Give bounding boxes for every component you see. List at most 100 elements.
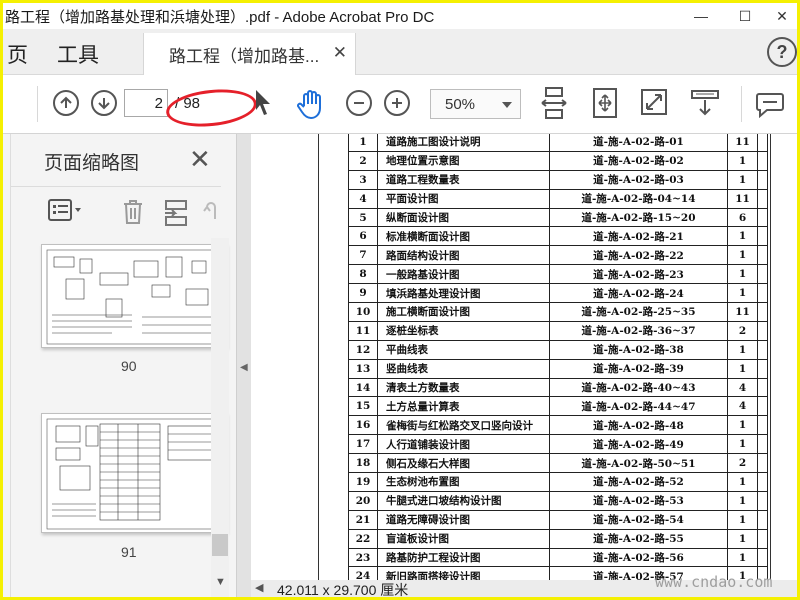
- table-cell-name: 地理位置示意图: [377, 150, 550, 171]
- document-view[interactable]: 1 道路施工图设计说明 道-施-A-02-路-01 11 2 地理位置示意图 道-施-A-0…: [251, 134, 797, 580]
- table-cell-name: 路基防护工程设计图: [377, 547, 550, 568]
- table-cell-name: 清表土方数量表: [377, 377, 550, 398]
- table-cell-qty: 4: [727, 396, 758, 417]
- toolbar-separator: [741, 86, 742, 122]
- table-cell-extra: [757, 150, 768, 171]
- table-cell-no: 3: [348, 169, 378, 190]
- insert-page-icon[interactable]: [163, 199, 189, 233]
- table-cell-code: 道-施-A-02-路-03: [549, 169, 728, 190]
- drawing-border-line: [770, 134, 771, 580]
- table-row: 8 一般路基设计图 道-施-A-02-路-23 1: [348, 264, 768, 285]
- table-cell-qty: 11: [727, 134, 758, 152]
- page-down-icon[interactable]: [91, 90, 117, 116]
- navigation-strip[interactable]: [3, 134, 11, 597]
- document-tab[interactable]: 路工程（增加路基... ✕: [143, 33, 356, 75]
- table-cell-qty: 1: [727, 245, 758, 266]
- zoom-in-icon[interactable]: [384, 90, 410, 116]
- table-cell-extra: [757, 245, 768, 266]
- table-row: 10 施工横断面设计图 道-施-A-02-路-25~35 11: [348, 302, 768, 322]
- table-cell-qty: 1: [727, 490, 758, 511]
- help-button[interactable]: ?: [767, 37, 797, 67]
- table-cell-extra: [757, 264, 768, 285]
- thumbnail-list[interactable]: 90 91: [11, 238, 237, 597]
- table-cell-no: 6: [348, 226, 378, 247]
- table-cell-extra: [757, 226, 768, 247]
- table-cell-no: 17: [348, 434, 378, 455]
- table-cell-no: 2: [348, 150, 378, 171]
- table-cell-extra: [757, 528, 768, 549]
- page-number-input[interactable]: [124, 89, 168, 117]
- thumbnail-options-icon[interactable]: [48, 199, 84, 227]
- table-cell-qty: 6: [727, 207, 758, 228]
- scrollbar-thumb[interactable]: [212, 534, 228, 556]
- table-row: 16 雀梅街与红松路交叉口竖向设计 道-施-A-02-路-48 1: [348, 415, 768, 436]
- table-cell-code: 道-施-A-02-路-36~37: [549, 320, 728, 341]
- fit-width-icon[interactable]: [540, 86, 568, 125]
- table-cell-extra: [757, 169, 768, 190]
- table-cell-no: 22: [348, 528, 378, 549]
- collapse-panel-icon[interactable]: ◀: [240, 362, 248, 373]
- menu-tools[interactable]: 工具: [57, 39, 99, 69]
- table-cell-extra: [757, 377, 768, 398]
- table-cell-code: 道-施-A-02-路-25~35: [549, 302, 728, 322]
- zoom-select[interactable]: 50%: [430, 89, 521, 119]
- table-cell-code: 道-施-A-02-路-21: [549, 226, 728, 247]
- hand-icon[interactable]: [296, 88, 326, 125]
- rotate-page-icon[interactable]: [203, 199, 219, 229]
- select-arrow-icon[interactable]: [253, 88, 275, 123]
- panel-tools: [11, 186, 221, 234]
- table-cell-no: 10: [348, 302, 378, 322]
- thumbnail-label: 90: [121, 358, 137, 374]
- table-row: 11 逐桩坐标表 道-施-A-02-路-36~37 2: [348, 320, 768, 341]
- acrobat-window: 路工程（增加路基处理和浜塘处理）.pdf - Adobe Acrobat Pro…: [3, 3, 797, 597]
- table-cell-extra: [757, 283, 768, 304]
- scroll-left-icon[interactable]: ◀: [255, 581, 263, 594]
- table-cell-extra: [757, 188, 768, 209]
- table-cell-qty: 11: [727, 188, 758, 209]
- table-cell-qty: 1: [727, 264, 758, 285]
- table-row: 7 路面结构设计图 道-施-A-02-路-22 1: [348, 245, 768, 266]
- page-up-icon[interactable]: [53, 90, 79, 116]
- table-cell-name: 逐桩坐标表: [377, 320, 550, 341]
- full-screen-icon[interactable]: [640, 88, 668, 121]
- maximize-button[interactable]: ☐: [723, 3, 767, 29]
- table-cell-name: 路面结构设计图: [377, 245, 550, 266]
- comment-icon[interactable]: [755, 90, 785, 123]
- thumbnail-panel: 页面缩略图 ✕ 90 91 ▼: [11, 134, 237, 597]
- delete-page-icon[interactable]: [121, 199, 145, 231]
- table-cell-no: 16: [348, 415, 378, 436]
- table-cell-code: 道-施-A-02-路-01: [549, 134, 728, 152]
- table-row: 3 道路工程数量表 道-施-A-02-路-03 1: [348, 169, 768, 190]
- table-cell-code: 道-施-A-02-路-44~47: [549, 396, 728, 417]
- close-button[interactable]: ✕: [767, 3, 797, 29]
- table-row: 6 标准横断面设计图 道-施-A-02-路-21 1: [348, 226, 768, 247]
- scroll-down-arrow-icon[interactable]: ▼: [215, 576, 226, 588]
- table-cell-qty: 1: [727, 547, 758, 568]
- table-cell-code: 道-施-A-02-路-23: [549, 264, 728, 285]
- table-cell-qty: 1: [727, 415, 758, 436]
- menu-home[interactable]: 页: [7, 39, 28, 69]
- table-cell-qty: 1: [727, 226, 758, 247]
- table-cell-no: 15: [348, 396, 378, 417]
- table-cell-no: 23: [348, 547, 378, 568]
- table-cell-name: 竖曲线表: [377, 358, 550, 379]
- table-cell-name: 道路工程数量表: [377, 169, 550, 190]
- panel-splitter[interactable]: ◀: [237, 134, 251, 597]
- fit-page-icon[interactable]: [591, 87, 619, 124]
- table-cell-no: 7: [348, 245, 378, 266]
- drawing-index-table: 1 道路施工图设计说明 道-施-A-02-路-01 11 2 地理位置示意图 道-施-A-0…: [348, 134, 768, 580]
- thumbnail-scrollbar[interactable]: ▼: [211, 238, 229, 597]
- table-cell-name: 雀梅街与红松路交叉口竖向设计: [377, 415, 550, 436]
- panel-close-icon[interactable]: ✕: [189, 144, 211, 175]
- table-cell-qty: 1: [727, 472, 758, 492]
- table-row: 12 平曲线表 道-施-A-02-路-38 1: [348, 339, 768, 360]
- zoom-out-icon[interactable]: [346, 90, 372, 116]
- page-thumbnail-91[interactable]: [41, 413, 227, 533]
- table-cell-extra: [757, 320, 768, 341]
- minimize-button[interactable]: —: [679, 3, 723, 29]
- table-cell-code: 道-施-A-02-路-52: [549, 472, 728, 492]
- table-cell-name: 施工横断面设计图: [377, 302, 550, 322]
- scroll-mode-icon[interactable]: [690, 88, 720, 123]
- tab-close-icon[interactable]: ✕: [333, 43, 347, 63]
- page-thumbnail-90[interactable]: [41, 244, 227, 348]
